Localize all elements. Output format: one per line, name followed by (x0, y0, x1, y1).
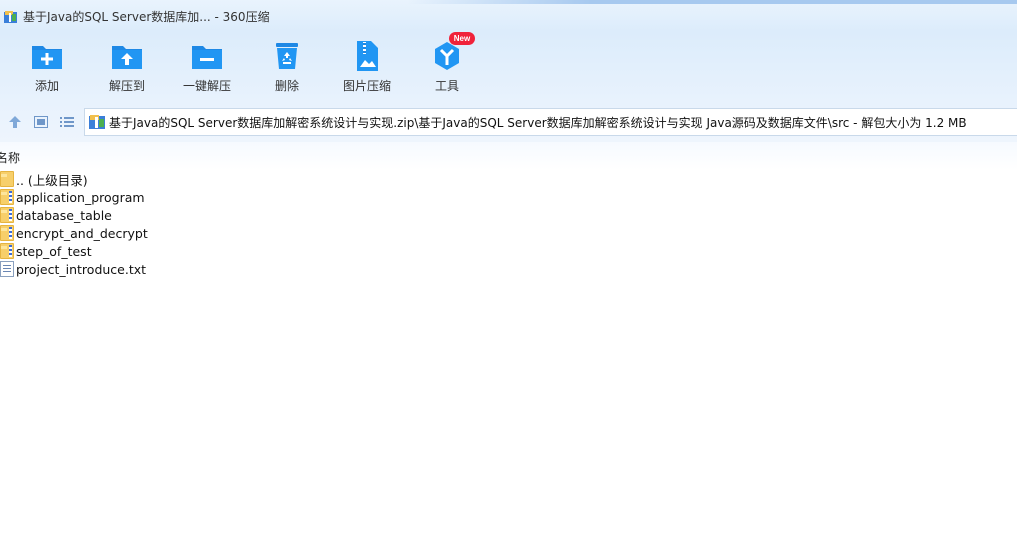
window-title: 基于Java的SQL Server数据库加... - 360压缩 (23, 9, 270, 24)
title-bar: 基于Java的SQL Server数据库加... - 360压缩 (0, 0, 1017, 32)
image-compress-icon (351, 40, 383, 72)
thumbnail-view-button[interactable] (28, 112, 54, 132)
column-header-name[interactable]: 名称 (0, 149, 20, 166)
file-list-header: 名称 (0, 142, 1017, 170)
main-toolbar: 添加 解压到 一键解压 删除 图片压缩 工具 (0, 32, 1017, 102)
image-compress-button[interactable]: 图片压缩 (327, 32, 407, 98)
path-text: 基于Java的SQL Server数据库加解密系统设计与实现.zip\基于Jav… (109, 115, 967, 130)
zip-folder-icon (0, 225, 14, 241)
zip-archive-icon (89, 114, 105, 130)
folder-icon (0, 171, 14, 187)
one-click-extract-button[interactable]: 一键解压 (167, 32, 247, 98)
tools-button[interactable]: 工具 (407, 32, 487, 98)
extract-to-icon (111, 40, 143, 72)
file-name: encrypt_and_decrypt (16, 225, 148, 241)
list-view-icon (60, 117, 74, 127)
up-level-button[interactable] (2, 112, 28, 132)
add-button-label: 添加 (34, 79, 59, 93)
one-click-extract-button-label: 一键解压 (182, 79, 231, 93)
list-item[interactable]: encrypt_and_decrypt (0, 224, 600, 242)
add-folder-icon (31, 40, 63, 72)
file-name: database_table (16, 207, 112, 223)
list-item[interactable]: database_table (0, 206, 600, 224)
delete-button[interactable]: 删除 (247, 32, 327, 98)
text-file-icon (0, 261, 14, 277)
recycle-bin-icon (271, 40, 303, 72)
new-badge: New (449, 32, 475, 45)
extract-to-button-label: 解压到 (108, 79, 145, 93)
thumbnail-view-icon (34, 116, 48, 128)
add-button[interactable]: 添加 (7, 32, 87, 98)
image-compress-button-label: 图片压缩 (342, 79, 391, 93)
delete-button-label: 删除 (274, 79, 299, 93)
file-list: .. (上级目录) application_program database_t… (0, 170, 600, 278)
address-bar: 基于Java的SQL Server数据库加解密系统设计与实现.zip\基于Jav… (0, 102, 1017, 142)
list-item-parent-directory[interactable]: .. (上级目录) (0, 170, 600, 188)
tools-button-label: 工具 (434, 79, 459, 93)
one-click-extract-icon (191, 40, 223, 72)
zip-folder-icon (0, 189, 14, 205)
file-name: application_program (16, 189, 145, 205)
extract-to-button[interactable]: 解压到 (87, 32, 167, 98)
list-item[interactable]: application_program (0, 188, 600, 206)
file-name: .. (上级目录) (16, 172, 88, 188)
list-item[interactable]: step_of_test (0, 242, 600, 260)
file-name: project_introduce.txt (16, 261, 147, 277)
list-item[interactable]: project_introduce.txt (0, 260, 600, 278)
path-field[interactable]: 基于Java的SQL Server数据库加解密系统设计与实现.zip\基于Jav… (84, 108, 1017, 136)
zip-folder-icon (0, 207, 14, 223)
360zip-app-icon (4, 9, 18, 23)
zip-folder-icon (0, 243, 14, 259)
arrow-up-icon (9, 116, 21, 128)
list-view-button[interactable] (54, 112, 80, 132)
file-name: step_of_test (16, 243, 92, 259)
